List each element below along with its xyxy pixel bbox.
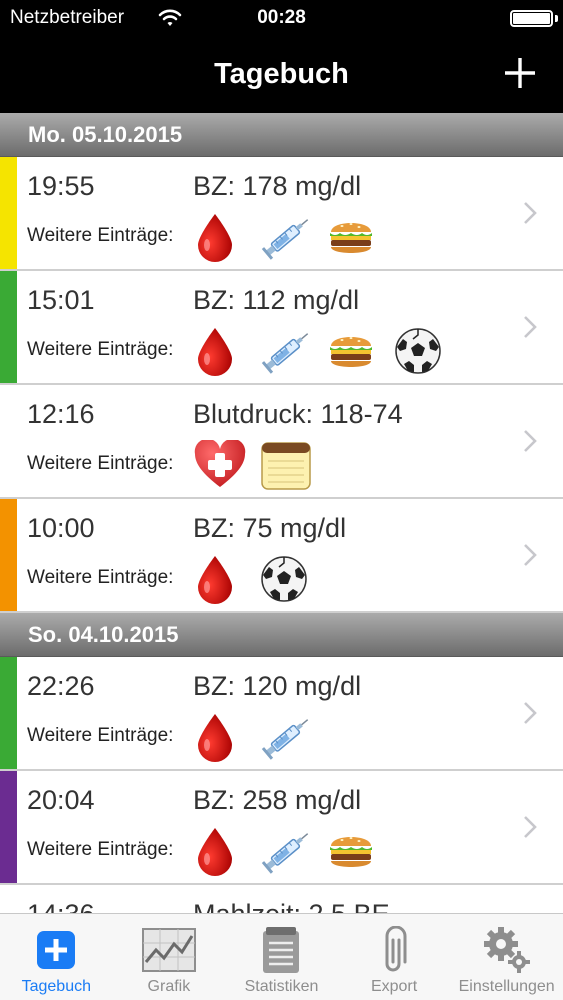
- plus-square-icon: [28, 924, 84, 976]
- notepad-list-icon: [253, 924, 309, 976]
- page-title: Tagebuch: [214, 58, 349, 90]
- more-entries-label: Weitere Einträge:: [27, 339, 174, 360]
- tab-grafik[interactable]: Grafik: [113, 914, 226, 1000]
- chevron-right-icon: [524, 544, 537, 566]
- entry-time: 12:16: [27, 399, 95, 429]
- tab-export[interactable]: Export: [338, 914, 451, 1000]
- battery-tip: [555, 15, 558, 22]
- diary-list[interactable]: Mo. 05.10.2015 19:55 BZ: 178 mg/dl Weite…: [0, 113, 563, 913]
- diary-entry[interactable]: 12:16 Blutdruck: 118-74 Weitere Einträge…: [0, 385, 563, 499]
- burger-icon: [327, 825, 394, 877]
- entry-color-marker: [0, 499, 17, 611]
- chevron-right-icon: [524, 316, 537, 338]
- blood-drop-icon: [193, 553, 260, 605]
- tab-label: Grafik: [147, 978, 191, 995]
- notepad-icon: [260, 439, 327, 491]
- entry-icons: [193, 825, 394, 877]
- navigation-bar: Tagebuch: [0, 38, 563, 113]
- status-time: 00:28: [257, 7, 306, 28]
- chevron-right-icon: [524, 816, 537, 838]
- tab-label: Einstellungen: [458, 978, 555, 995]
- more-entries-label: Weitere Einträge:: [27, 725, 174, 746]
- diary-entry[interactable]: 19:55 BZ: 178 mg/dl Weitere Einträge:: [0, 157, 563, 271]
- more-entries-label: Weitere Einträge:: [27, 839, 174, 860]
- entry-time: 22:26: [27, 671, 95, 701]
- entry-color-marker: [0, 157, 17, 269]
- chevron-right-icon: [524, 202, 537, 224]
- entry-value: BZ: 258 mg/dl: [193, 785, 362, 815]
- status-bar: Netzbetreiber 00:28: [0, 0, 563, 38]
- entry-color-marker: [0, 885, 17, 913]
- more-entries-label: Weitere Einträge:: [27, 567, 174, 588]
- entry-time: 10:00: [27, 513, 95, 543]
- heart-cross-icon: [193, 439, 260, 491]
- section-header-date: So. 04.10.2015: [0, 613, 563, 657]
- diary-entry[interactable]: 20:04 BZ: 258 mg/dl Weitere Einträge:: [0, 771, 563, 885]
- entry-value: Mahlzeit: 2,5 BE: [193, 899, 390, 913]
- entry-color-marker: [0, 271, 17, 383]
- entry-time: 15:01: [27, 285, 95, 315]
- blood-drop-icon: [193, 825, 260, 877]
- more-entries-label: Weitere Einträge:: [27, 225, 174, 246]
- gears-icon: [479, 924, 535, 976]
- diary-entry[interactable]: 14:36 Mahlzeit: 2,5 BE: [0, 885, 563, 913]
- soccer-ball-icon: [260, 553, 327, 605]
- entry-icons: [193, 211, 394, 263]
- burger-icon: [327, 325, 394, 377]
- chevron-right-icon: [524, 430, 537, 452]
- graph-icon: [141, 924, 197, 976]
- diary-entry[interactable]: 15:01 BZ: 112 mg/dl Weitere Einträge:: [0, 271, 563, 385]
- entry-time: 20:04: [27, 785, 95, 815]
- blood-drop-icon: [193, 325, 260, 377]
- entry-value: Blutdruck: 118-74: [193, 399, 403, 429]
- syringe-icon: [260, 211, 327, 263]
- tab-tagebuch[interactable]: Tagebuch: [0, 914, 113, 1000]
- paperclip-icon: [366, 924, 422, 976]
- entry-icons: [193, 711, 327, 763]
- entry-value: BZ: 112 mg/dl: [193, 285, 360, 315]
- blood-drop-icon: [193, 711, 260, 763]
- blood-drop-icon: [193, 211, 260, 263]
- tab-label: Statistiken: [244, 978, 319, 995]
- burger-icon: [327, 211, 394, 263]
- tab-label: Export: [370, 978, 418, 995]
- soccer-ball-icon: [394, 325, 461, 377]
- entry-value: BZ: 120 mg/dl: [193, 671, 362, 701]
- entry-value: BZ: 178 mg/dl: [193, 171, 362, 201]
- entry-color-marker: [0, 385, 17, 497]
- syringe-icon: [260, 325, 327, 377]
- syringe-icon: [260, 711, 327, 763]
- entry-icons: [193, 439, 327, 491]
- chevron-right-icon: [524, 702, 537, 724]
- battery-icon: [510, 10, 553, 27]
- entry-color-marker: [0, 771, 17, 883]
- entry-time: 14:36: [27, 899, 95, 913]
- entry-value: BZ: 75 mg/dl: [193, 513, 347, 543]
- entry-color-marker: [0, 657, 17, 769]
- entry-time: 19:55: [27, 171, 95, 201]
- more-entries-label: Weitere Einträge:: [27, 453, 174, 474]
- entry-icons: [193, 553, 327, 605]
- add-entry-button[interactable]: [503, 56, 537, 90]
- tab-label: Tagebuch: [21, 978, 91, 995]
- entry-icons: [193, 325, 461, 377]
- tab-bar: Tagebuch Grafik Statistiken Export Einst…: [0, 913, 563, 1000]
- diary-entry[interactable]: 22:26 BZ: 120 mg/dl Weitere Einträge:: [0, 657, 563, 771]
- section-header-date: Mo. 05.10.2015: [0, 113, 563, 157]
- syringe-icon: [260, 825, 327, 877]
- tab-einstellungen[interactable]: Einstellungen: [450, 914, 563, 1000]
- diary-entry[interactable]: 10:00 BZ: 75 mg/dl Weitere Einträge:: [0, 499, 563, 613]
- tab-statistiken[interactable]: Statistiken: [225, 914, 338, 1000]
